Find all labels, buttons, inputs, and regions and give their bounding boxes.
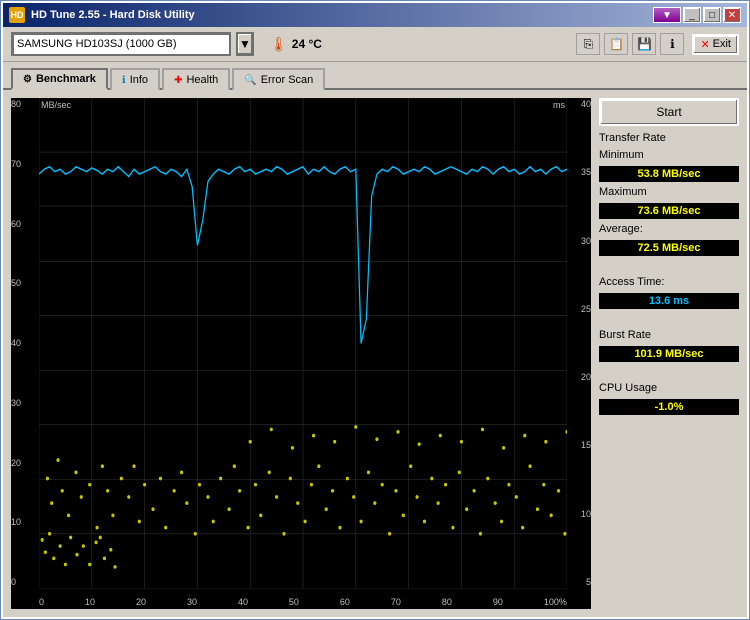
y-left-30: 30 <box>11 399 39 408</box>
x-label-0: 0 <box>39 597 44 607</box>
access-time-label: Access Time: <box>599 276 739 288</box>
y-left-0: 0 <box>11 578 39 587</box>
y-left-60: 60 <box>11 220 39 229</box>
x-label-50: 50 <box>289 597 299 607</box>
main-content: 80 70 60 50 40 30 20 10 0 40 35 30 25 20… <box>3 88 747 617</box>
burst-rate-label: Burst Rate <box>599 329 739 341</box>
download-button[interactable]: ▼ <box>653 7 681 23</box>
x-label-100: 100% <box>544 597 567 607</box>
info-tab-icon: ℹ <box>122 75 126 86</box>
window-title: HD Tune 2.55 - Hard Disk Utility <box>31 9 195 21</box>
x-label-80: 80 <box>442 597 452 607</box>
temperature-value: 24 °C <box>292 37 322 51</box>
chart-svg <box>39 98 567 589</box>
transfer-rate-section: Transfer Rate Minimum 53.8 MB/sec Maximu… <box>599 132 739 256</box>
chart-area: 80 70 60 50 40 30 20 10 0 40 35 30 25 20… <box>11 98 591 609</box>
start-button[interactable]: Start <box>599 98 739 126</box>
error-scan-tab-label: Error Scan <box>261 74 314 86</box>
paste-icon[interactable]: 📋 <box>604 33 628 55</box>
y-right-15: 15 <box>567 441 591 450</box>
divider-2 <box>599 315 739 323</box>
burst-rate-section: Burst Rate 101.9 MB/sec <box>599 329 739 362</box>
chart-canvas <box>39 98 567 589</box>
x-axis-labels: 0 10 20 30 40 50 60 70 80 90 100% <box>39 597 567 607</box>
exit-button[interactable]: ✕ Exit <box>692 34 739 55</box>
cpu-usage-section: CPU Usage -1.0% <box>599 382 739 415</box>
maximum-label: Maximum <box>599 186 739 198</box>
tab-health[interactable]: ✚ Health <box>162 68 230 90</box>
benchmark-tab-icon: ⚙ <box>23 74 32 85</box>
minimum-label: Minimum <box>599 149 739 161</box>
main-window: HD HD Tune 2.55 - Hard Disk Utility ▼ _ … <box>1 1 749 619</box>
y-left-80: 80 <box>11 100 39 109</box>
average-value: 72.5 MB/sec <box>599 240 739 256</box>
y-right-30: 30 <box>567 237 591 246</box>
error-scan-tab-icon: 🔍 <box>244 75 256 86</box>
access-time-section: Access Time: 13.6 ms <box>599 276 739 309</box>
info-tab-label: Info <box>130 74 148 86</box>
y-axis-left: 80 70 60 50 40 30 20 10 0 <box>11 98 39 589</box>
x-label-20: 20 <box>136 597 146 607</box>
title-bar-left: HD HD Tune 2.55 - Hard Disk Utility <box>9 7 195 23</box>
title-bar: HD HD Tune 2.55 - Hard Disk Utility ▼ _ … <box>3 3 747 27</box>
disk-dropdown-arrow[interactable]: ▼ <box>236 32 254 56</box>
title-bar-buttons: ▼ _ □ ✕ <box>653 7 741 23</box>
benchmark-tab-label: Benchmark <box>36 73 96 85</box>
average-label: Average: <box>599 223 739 235</box>
right-panel: Start Transfer Rate Minimum 53.8 MB/sec … <box>599 98 739 609</box>
close-button[interactable]: ✕ <box>723 7 741 23</box>
access-time-value: 13.6 ms <box>599 293 739 309</box>
y-left-50: 50 <box>11 279 39 288</box>
minimum-value: 53.8 MB/sec <box>599 166 739 182</box>
tab-benchmark[interactable]: ⚙ Benchmark <box>11 68 108 90</box>
tab-error-scan[interactable]: 🔍 Error Scan <box>232 68 325 90</box>
y-right-35: 35 <box>567 168 591 177</box>
cpu-usage-value: -1.0% <box>599 399 739 415</box>
x-label-40: 40 <box>238 597 248 607</box>
thermometer-icon: 🌡 <box>270 36 288 53</box>
health-tab-icon: ✚ <box>174 75 182 86</box>
y-right-40: 40 <box>567 100 591 109</box>
temperature-display: 🌡 24 °C <box>270 36 322 53</box>
y-right-5: 5 <box>567 578 591 587</box>
minimize-button[interactable]: _ <box>683 7 701 23</box>
y-right-25: 25 <box>567 305 591 314</box>
divider-3 <box>599 368 739 376</box>
x-label-60: 60 <box>340 597 350 607</box>
transfer-rate-label: Transfer Rate <box>599 132 739 144</box>
cpu-usage-label: CPU Usage <box>599 382 739 394</box>
info-icon[interactable]: ℹ <box>660 33 684 55</box>
tabs-bar: ⚙ Benchmark ℹ Info ✚ Health 🔍 Error Scan <box>3 62 747 88</box>
save-icon[interactable]: 💾 <box>632 33 656 55</box>
divider-1 <box>599 262 739 270</box>
maximize-button[interactable]: □ <box>703 7 721 23</box>
app-icon: HD <box>9 7 25 23</box>
x-label-10: 10 <box>85 597 95 607</box>
y-left-40: 40 <box>11 339 39 348</box>
tab-info[interactable]: ℹ Info <box>110 68 160 90</box>
copy-icon[interactable]: ⎘ <box>576 33 600 55</box>
exit-x-icon: ✕ <box>700 38 709 51</box>
exit-label: Exit <box>713 38 731 50</box>
y-right-10: 10 <box>567 510 591 519</box>
toolbar: SAMSUNG HD103SJ (1000 GB) ▼ 🌡 24 °C ⎘ 📋 … <box>3 27 747 62</box>
maximum-value: 73.6 MB/sec <box>599 203 739 219</box>
y-axis-right: 40 35 30 25 20 15 10 5 <box>567 98 591 589</box>
y-right-20: 20 <box>567 373 591 382</box>
burst-rate-value: 101.9 MB/sec <box>599 346 739 362</box>
toolbar-icons: ⎘ 📋 💾 ℹ <box>576 33 684 55</box>
y-left-10: 10 <box>11 518 39 527</box>
y-left-20: 20 <box>11 459 39 468</box>
y-left-70: 70 <box>11 160 39 169</box>
health-tab-label: Health <box>186 74 218 86</box>
x-label-30: 30 <box>187 597 197 607</box>
x-label-90: 90 <box>493 597 503 607</box>
x-label-70: 70 <box>391 597 401 607</box>
disk-select[interactable]: SAMSUNG HD103SJ (1000 GB) <box>11 32 231 56</box>
